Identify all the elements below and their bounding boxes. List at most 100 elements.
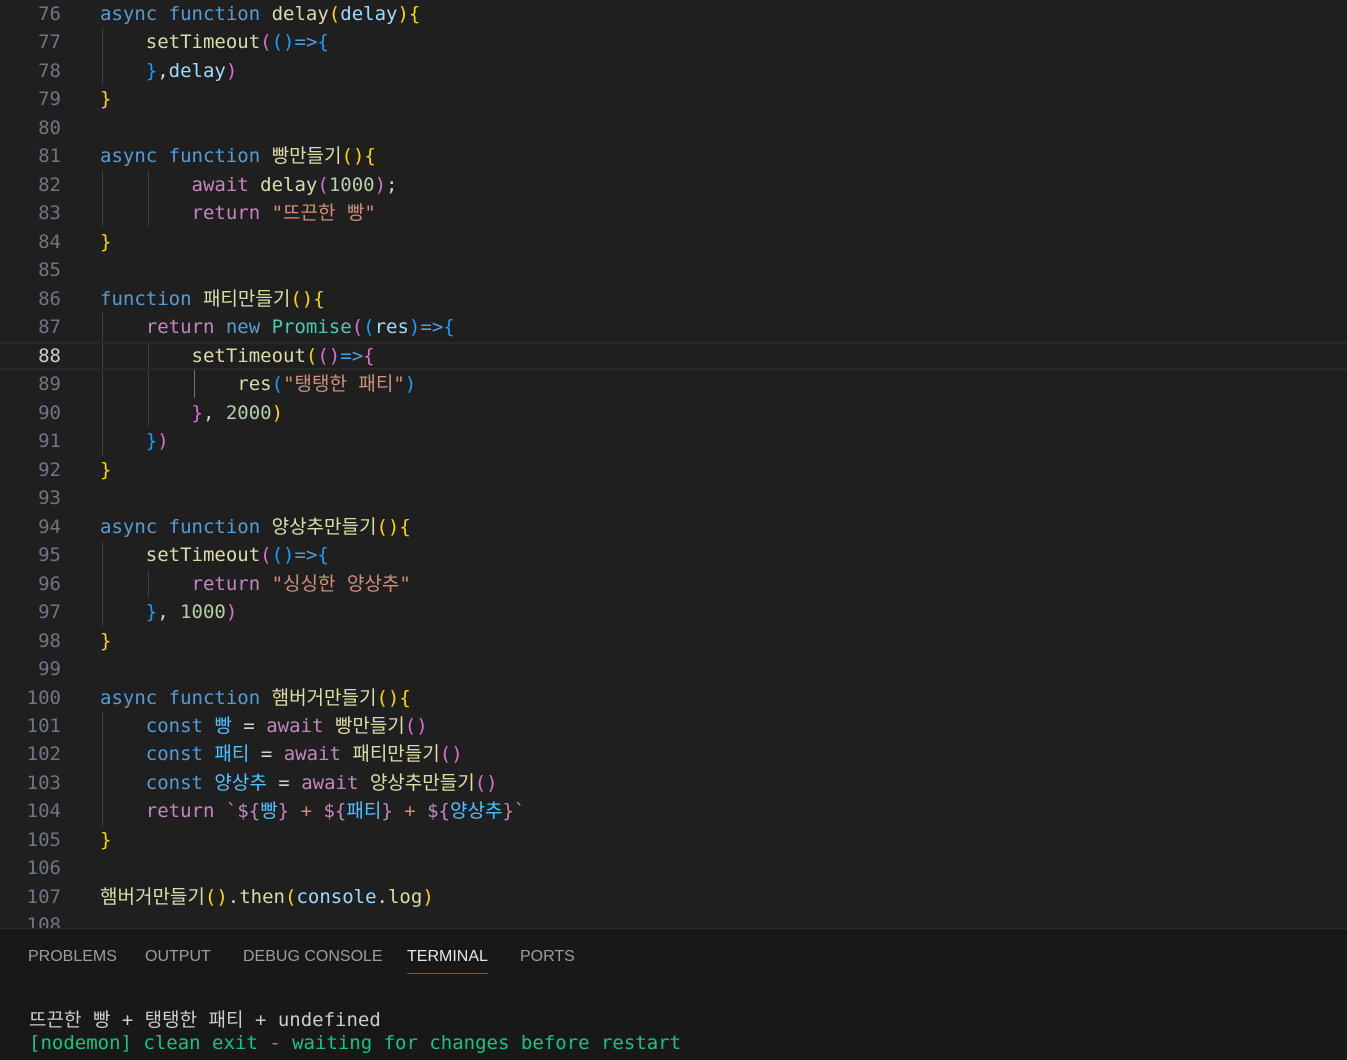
tab-terminal[interactable]: TERMINAL: [407, 945, 488, 974]
line-number: 81: [38, 145, 61, 168]
code-token: 빵: [260, 800, 278, 823]
code-token: ${: [237, 800, 261, 823]
code-token: (): [474, 771, 498, 794]
code-text: setTimeout(()=>{: [100, 28, 329, 57]
code-text: }, 2000): [100, 399, 284, 428]
line-number: 85: [38, 259, 61, 282]
code-token: ${: [323, 800, 347, 823]
code-line[interactable]: 79}: [0, 85, 1347, 114]
code-line[interactable]: 96 return "싱싱한 양상추": [0, 570, 1347, 599]
code-line[interactable]: 83 return "뜨끈한 빵": [0, 199, 1347, 228]
code-line[interactable]: 78 },delay): [0, 57, 1347, 86]
line-number: 100: [26, 686, 61, 709]
code-token: res: [374, 316, 409, 339]
code-text: await delay(1000);: [100, 171, 398, 200]
code-text: async function 햄버거만들기(){: [100, 684, 411, 713]
line-number: 90: [38, 401, 61, 424]
code-text: const 패티 = await 패티만들기(): [100, 740, 463, 769]
code-editor[interactable]: 76 async function delay(delay){77 setTime…: [0, 0, 1347, 928]
code-token: await: [283, 743, 353, 766]
code-line[interactable]: 88 setTimeout(()=>{: [0, 341, 1347, 371]
code-line[interactable]: 86 function 패티만들기(){: [0, 285, 1347, 314]
tab-debug-console[interactable]: DEBUG CONSOLE: [243, 945, 383, 973]
code-line[interactable]: 92}: [0, 456, 1347, 485]
code-line[interactable]: 106: [0, 854, 1347, 883]
code-token: }: [191, 401, 203, 424]
code-line[interactable]: 105}: [0, 826, 1347, 855]
code-line[interactable]: 87 return new Promise((res)=>{: [0, 313, 1347, 342]
code-line[interactable]: 100 async function 햄버거만들기(){: [0, 684, 1347, 713]
code-token: 양상추: [449, 800, 503, 823]
code-token: function: [168, 686, 272, 709]
code-token: (): [341, 145, 365, 168]
code-text: const 빵 = await 빵만들기(): [100, 712, 428, 741]
code-token: `: [513, 800, 526, 823]
code-token: {: [408, 3, 421, 25]
code-line[interactable]: 90 }, 2000): [0, 399, 1347, 428]
code-token: (: [363, 316, 375, 339]
code-token: function: [100, 287, 203, 310]
code-text: async function 양상추만들기(){: [100, 513, 411, 542]
line-number: 102: [26, 743, 61, 766]
code-token: {: [317, 544, 329, 567]
code-line[interactable]: 84}: [0, 228, 1347, 257]
code-token: async: [100, 145, 169, 168]
code-line[interactable]: 93: [0, 484, 1347, 513]
code-token: (): [271, 31, 295, 54]
code-line[interactable]: 103 const 양상추 = await 양상추만들기(): [0, 769, 1347, 798]
code-line[interactable]: 95 setTimeout(()=>{: [0, 541, 1347, 570]
code-token: }: [502, 800, 514, 823]
line-number: 106: [26, 857, 61, 880]
code-token: =>: [294, 31, 318, 54]
code-token: +: [289, 800, 324, 823]
code-line[interactable]: 94 async function 양상추만들기(){: [0, 513, 1347, 542]
code-line[interactable]: 80: [0, 114, 1347, 143]
code-line[interactable]: 99: [0, 655, 1347, 684]
code-line[interactable]: 85: [0, 256, 1347, 285]
code-token: }: [381, 800, 393, 823]
code-token: (: [271, 373, 284, 396]
code-token: }: [145, 601, 158, 624]
code-token: ): [374, 173, 387, 196]
code-token: new: [225, 316, 272, 339]
code-line[interactable]: 102 const 패티 = await 패티만들기(): [0, 740, 1347, 769]
code-line[interactable]: 98}: [0, 627, 1347, 656]
code-token: 패티만들기: [202, 287, 291, 310]
code-text: function 패티만들기(){: [100, 285, 325, 314]
code-token: (): [439, 743, 463, 766]
code-token: async: [100, 686, 169, 709]
code-token: setTimeout: [145, 31, 261, 54]
code-token: (: [285, 885, 297, 908]
tab-problems[interactable]: PROBLEMS: [28, 945, 117, 973]
code-token: (): [271, 544, 295, 567]
code-text: }: [100, 826, 111, 855]
code-line[interactable]: 97 }, 1000): [0, 598, 1347, 627]
code-line[interactable]: 108: [0, 911, 1347, 928]
code-line[interactable]: 82 await delay(1000);: [0, 171, 1347, 200]
code-line[interactable]: 104 return `${빵} + ${패티} + ${양상추}`: [0, 797, 1347, 826]
code-token: return: [191, 202, 272, 225]
code-line[interactable]: 101 const 빵 = await 빵만들기(): [0, 712, 1347, 741]
code-line[interactable]: 107 햄버거만들기().then(console.log): [0, 883, 1347, 912]
code-token: 패티만들기: [352, 743, 440, 766]
code-line[interactable]: 91 }): [0, 427, 1347, 456]
code-line[interactable]: 77 setTimeout(()=>{: [0, 28, 1347, 57]
code-token: {: [363, 344, 375, 367]
code-token: "뜨끈한 빵": [271, 202, 376, 225]
code-line[interactable]: 89 res("탱탱한 패티"): [0, 370, 1347, 399]
tab-ports[interactable]: PORTS: [520, 945, 575, 973]
code-line[interactable]: 81 async function 빵만들기(){: [0, 142, 1347, 171]
tab-output[interactable]: OUTPUT: [145, 945, 211, 973]
code-text: setTimeout(()=>{: [100, 541, 329, 570]
code-text: 햄버거만들기().then(console.log): [100, 883, 434, 912]
code-token: ): [157, 430, 169, 453]
code-text: }: [100, 228, 111, 257]
code-token: =>: [340, 344, 364, 367]
code-token: }: [100, 629, 112, 652]
line-number: 78: [38, 59, 61, 82]
code-token: setTimeout: [191, 344, 306, 367]
code-line[interactable]: 76 async function delay(delay){: [0, 0, 1347, 29]
code-token: return: [145, 316, 226, 339]
